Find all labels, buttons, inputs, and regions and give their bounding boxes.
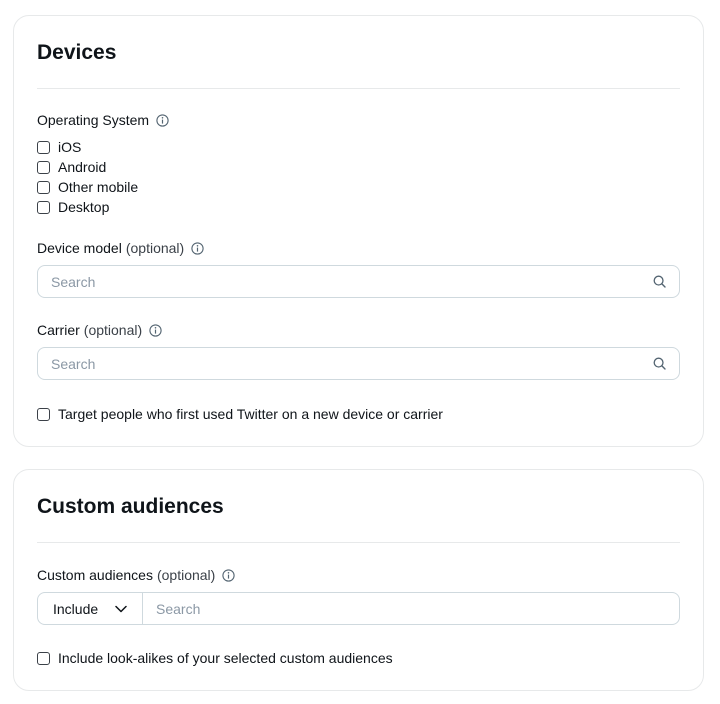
search-icon bbox=[653, 357, 666, 370]
carrier-label: Carrier bbox=[37, 322, 80, 338]
info-icon[interactable] bbox=[156, 113, 169, 127]
optional-label: (optional) bbox=[125, 240, 185, 256]
include-value: Include bbox=[53, 600, 99, 617]
info-icon[interactable] bbox=[149, 323, 162, 337]
optional-label: (optional) bbox=[83, 322, 143, 338]
search-icon bbox=[653, 275, 666, 288]
info-icon[interactable] bbox=[191, 241, 204, 255]
checkbox[interactable] bbox=[37, 180, 50, 194]
os-label: Operating System bbox=[37, 112, 150, 128]
os-option-desktop[interactable]: Desktop bbox=[37, 199, 109, 215]
os-option-label: Android bbox=[58, 159, 107, 175]
device-model-search-input[interactable] bbox=[49, 272, 653, 291]
devices-card: Devices Operating System iOS Android Oth… bbox=[13, 15, 704, 447]
os-option-label: Other mobile bbox=[58, 179, 139, 195]
lookalikes-option[interactable]: Include look-alikes of your selected cus… bbox=[37, 650, 393, 666]
custom-audiences-label-row: Custom audiences (optional) bbox=[37, 567, 235, 583]
carrier-label-row: Carrier (optional) bbox=[37, 322, 162, 338]
device-model-label-row: Device model (optional) bbox=[37, 240, 204, 256]
os-option-label: Desktop bbox=[58, 199, 110, 215]
devices-title: Devices bbox=[37, 41, 117, 64]
devices-divider bbox=[37, 88, 680, 89]
checkbox[interactable] bbox=[37, 160, 50, 174]
custom-audiences-combo: Include bbox=[37, 592, 680, 625]
carrier-search-input[interactable] bbox=[49, 354, 653, 373]
os-option-other-mobile[interactable]: Other mobile bbox=[37, 179, 138, 195]
checkbox[interactable] bbox=[37, 200, 50, 214]
os-option-label: iOS bbox=[58, 139, 82, 155]
custom-audiences-label: Custom audiences bbox=[37, 567, 153, 583]
optional-label: (optional) bbox=[156, 567, 216, 583]
lookalikes-label: Include look-alikes of your selected cus… bbox=[58, 650, 393, 666]
device-model-label: Device model bbox=[37, 240, 122, 256]
os-option-ios[interactable]: iOS bbox=[37, 139, 81, 155]
custom-audiences-search-input[interactable] bbox=[154, 599, 679, 618]
info-icon[interactable] bbox=[222, 568, 235, 582]
device-model-search[interactable] bbox=[37, 265, 680, 298]
include-dropdown[interactable]: Include bbox=[38, 593, 143, 624]
custom-audiences-title: Custom audiences bbox=[37, 495, 224, 518]
checkbox[interactable] bbox=[37, 407, 50, 421]
os-option-android[interactable]: Android bbox=[37, 159, 106, 175]
custom-audiences-card: Custom audiences Custom audiences (optio… bbox=[13, 469, 704, 691]
new-device-label: Target people who first used Twitter on … bbox=[58, 406, 443, 422]
carrier-search[interactable] bbox=[37, 347, 680, 380]
os-label-row: Operating System bbox=[37, 112, 169, 128]
checkbox[interactable] bbox=[37, 140, 50, 154]
chevron-down-icon bbox=[115, 605, 127, 613]
checkbox[interactable] bbox=[37, 651, 50, 665]
custom-audiences-divider bbox=[37, 542, 680, 543]
new-device-option[interactable]: Target people who first used Twitter on … bbox=[37, 406, 443, 422]
